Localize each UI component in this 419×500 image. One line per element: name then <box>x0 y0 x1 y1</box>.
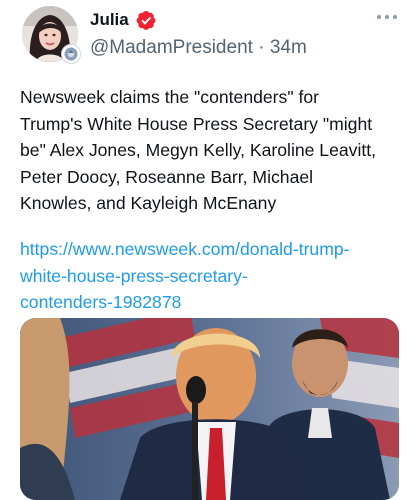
display-name[interactable]: Julia <box>90 9 129 31</box>
more-options-button[interactable] <box>372 6 402 28</box>
affiliate-badge-icon[interactable] <box>61 44 81 64</box>
handle-line: @MadamPresident · 34m <box>90 36 307 60</box>
timestamp[interactable]: 34m <box>270 37 307 58</box>
more-options-icon <box>377 15 397 19</box>
tweet-media-image[interactable] <box>20 318 399 500</box>
verified-badge-icon <box>136 11 156 30</box>
separator: · <box>252 37 270 58</box>
tweet-link[interactable]: https://www.newsweek.com/donald-trump- w… <box>20 236 410 316</box>
media-photo <box>20 318 399 500</box>
tweet-text: Newsweek claims the "contenders" for Tru… <box>20 87 377 213</box>
handle[interactable]: @MadamPresident <box>90 37 253 58</box>
